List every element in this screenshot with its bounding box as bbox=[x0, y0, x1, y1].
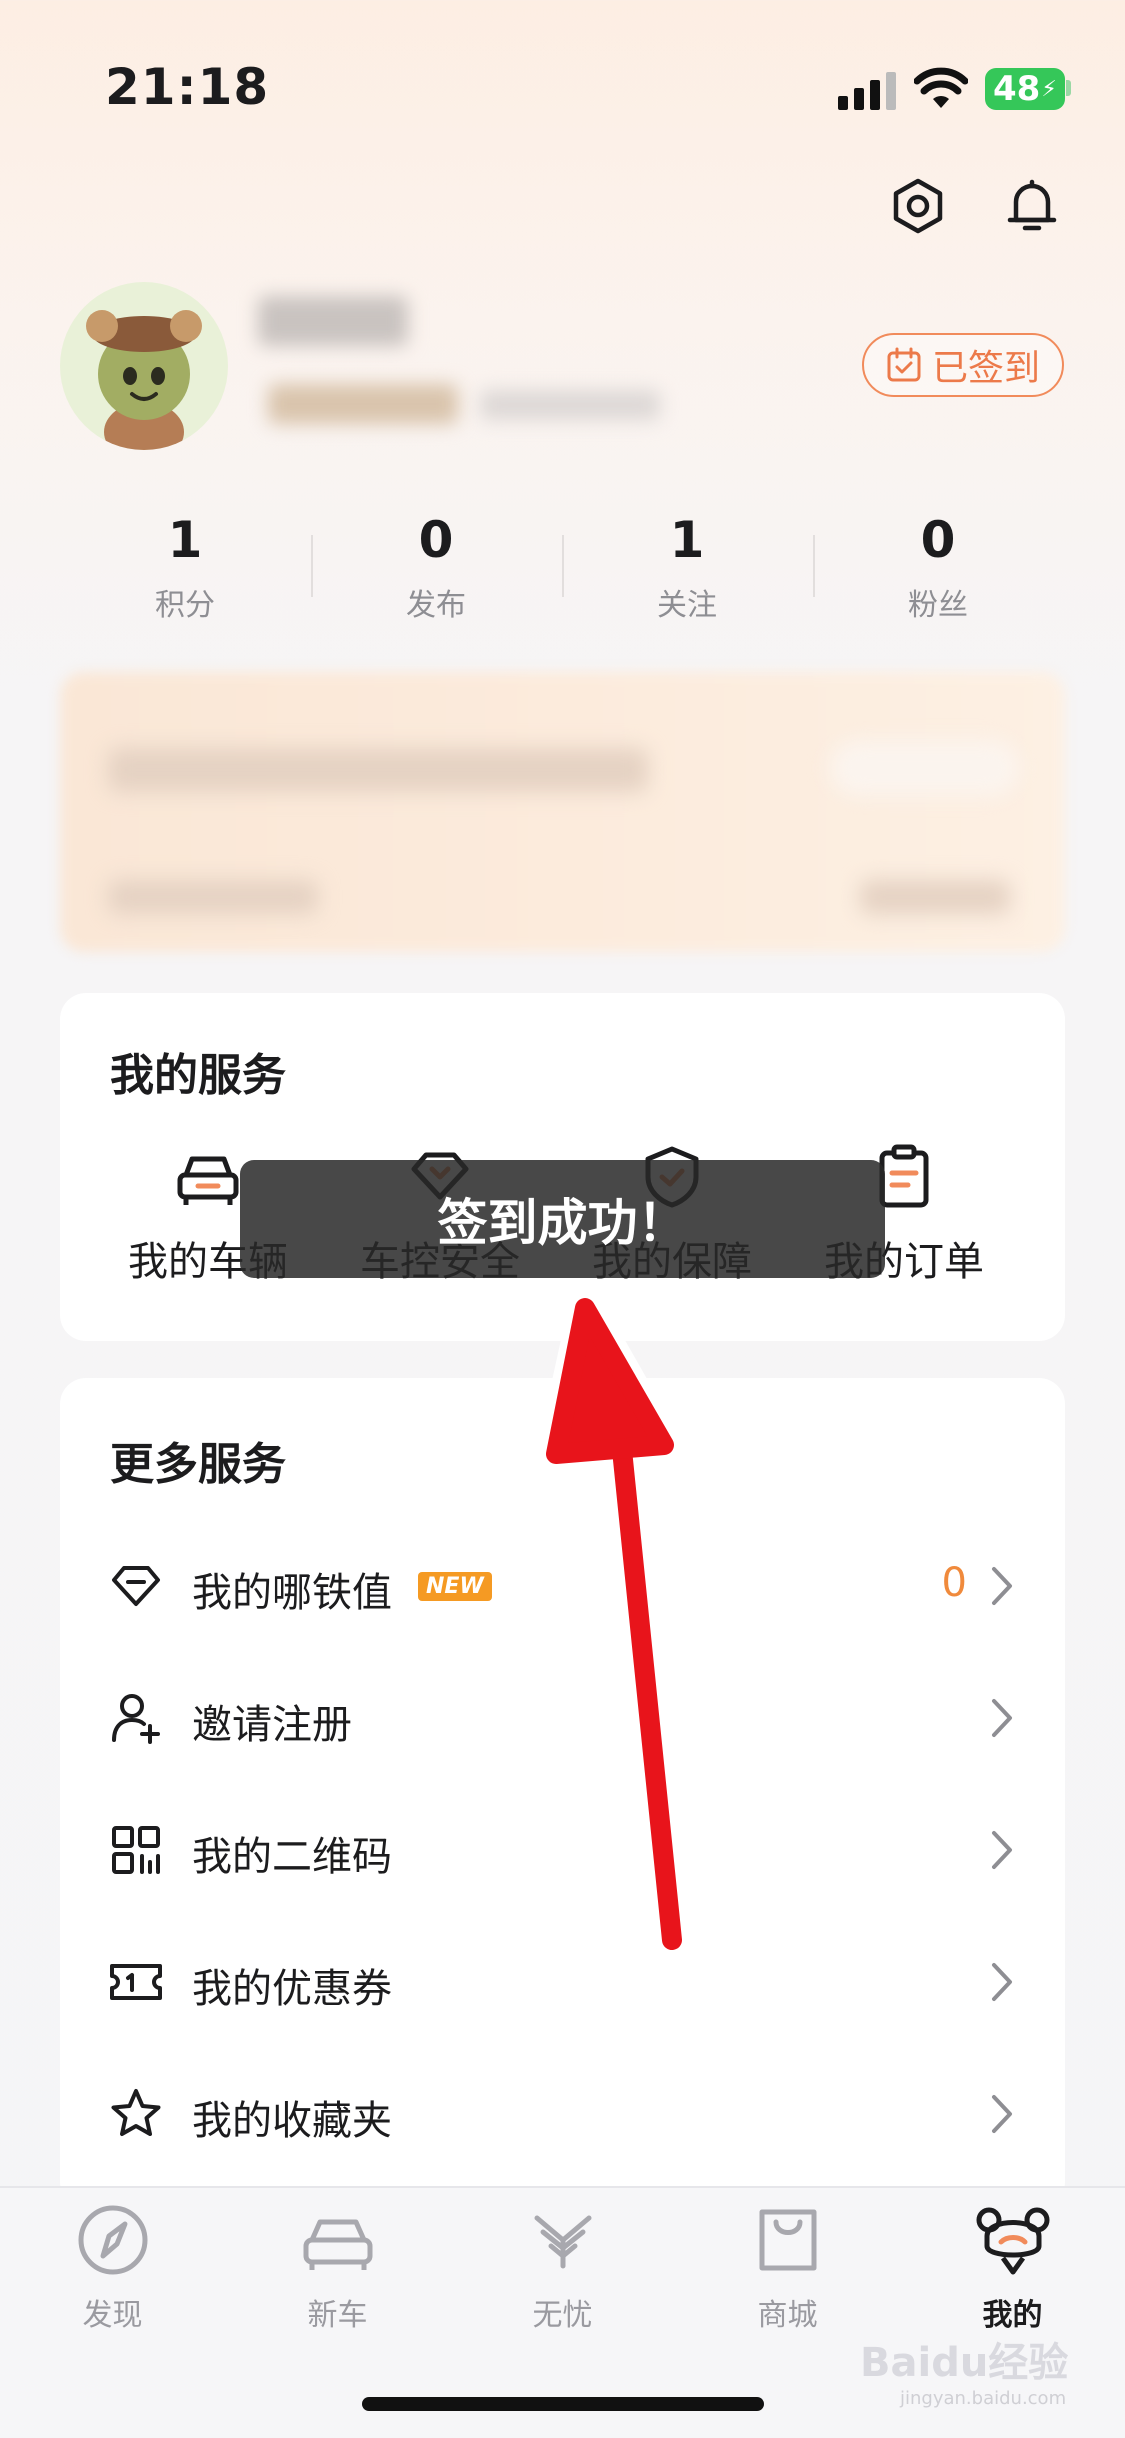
stat-value: 1 bbox=[669, 511, 705, 569]
qr-code-icon bbox=[112, 1826, 160, 1874]
banner-text-blurred bbox=[108, 748, 648, 792]
car-icon bbox=[177, 1156, 239, 1205]
add-user-icon bbox=[112, 1694, 160, 1744]
cellular-signal-icon bbox=[838, 72, 896, 110]
stat-label: 粉丝 bbox=[908, 588, 968, 623]
banner-subtext-blurred bbox=[108, 880, 318, 914]
shopping-bag-icon bbox=[759, 2209, 816, 2271]
tab-mine[interactable]: 我的 bbox=[900, 2200, 1125, 2334]
mascot-icon bbox=[976, 2207, 1049, 2275]
tab-worry-free[interactable]: 无忧 bbox=[450, 2200, 675, 2334]
stat-label: 关注 bbox=[657, 588, 717, 623]
nio-value-count: 0 bbox=[941, 1560, 967, 1606]
tab-label: 无忧 bbox=[532, 2298, 593, 2333]
tab-mall[interactable]: 商城 bbox=[675, 2200, 900, 2334]
banner-link-blurred bbox=[860, 880, 1010, 914]
toast-message: 签到成功！ bbox=[437, 1194, 688, 1252]
car-front-icon bbox=[303, 2219, 372, 2270]
battery-tip bbox=[1066, 80, 1071, 96]
checkin-button[interactable]: 已签到 bbox=[862, 333, 1064, 397]
username-blurred bbox=[258, 296, 408, 346]
compass-icon bbox=[78, 2205, 147, 2275]
wings-icon bbox=[534, 2215, 591, 2269]
calendar-check-icon bbox=[887, 347, 921, 382]
chevron-right-icon bbox=[992, 1831, 1012, 1869]
stat-posts[interactable]: 0 发布 bbox=[311, 510, 561, 624]
tab-label: 我的 bbox=[982, 2298, 1043, 2333]
status-time: 21:18 bbox=[105, 58, 270, 116]
baidu-watermark-url: jingyan.baidu.com bbox=[900, 2388, 1067, 2409]
menu-item-label: 我的二维码 bbox=[192, 1834, 392, 1880]
stat-value: 0 bbox=[418, 511, 454, 569]
avatar[interactable] bbox=[60, 282, 228, 450]
stat-value: 1 bbox=[167, 511, 203, 569]
star-icon bbox=[111, 2089, 161, 2136]
menu-item-label: 邀请注册 bbox=[192, 1702, 352, 1748]
charging-bolt-icon: ⚡ bbox=[1041, 76, 1057, 102]
menu-item-my-favorites[interactable]: 我的收藏夹 bbox=[60, 2048, 1065, 2180]
section-title: 更多服务 bbox=[110, 1439, 286, 1490]
diamond-icon bbox=[112, 1566, 160, 1606]
home-indicator bbox=[362, 2397, 764, 2411]
notification-bell-icon[interactable] bbox=[1002, 176, 1062, 236]
menu-item-label: 我的收藏夹 bbox=[192, 2098, 392, 2144]
chevron-right-icon bbox=[992, 1567, 1012, 1605]
chevron-right-icon bbox=[992, 1963, 1012, 2001]
user-id-blurred bbox=[480, 390, 660, 420]
section-title: 我的服务 bbox=[110, 1050, 286, 1101]
battery-level: 48 bbox=[993, 69, 1041, 109]
new-badge: NEW bbox=[418, 1572, 492, 1601]
checkin-label: 已签到 bbox=[931, 348, 1040, 389]
banner-button-blurred bbox=[830, 740, 1020, 796]
settings-icon[interactable] bbox=[888, 176, 948, 236]
battery-indicator: 48 ⚡ bbox=[985, 68, 1065, 110]
tab-label: 发现 bbox=[82, 2298, 143, 2333]
stat-label: 发布 bbox=[406, 588, 466, 623]
stat-followers[interactable]: 0 粉丝 bbox=[813, 510, 1063, 624]
ticket-icon bbox=[110, 1964, 162, 2000]
tab-label: 新车 bbox=[307, 2298, 368, 2333]
tab-discover[interactable]: 发现 bbox=[0, 2200, 225, 2334]
chevron-right-icon bbox=[992, 1699, 1012, 1737]
stat-label: 积分 bbox=[155, 588, 215, 623]
checkin-success-toast: 签到成功！ bbox=[240, 1160, 885, 1278]
stat-following[interactable]: 1 关注 bbox=[562, 510, 812, 624]
chevron-right-icon bbox=[992, 2095, 1012, 2133]
user-level-blurred bbox=[268, 384, 458, 424]
tab-new-car[interactable]: 新车 bbox=[225, 2200, 450, 2334]
wifi-icon bbox=[914, 67, 968, 108]
menu-item-label: 我的哪铁值 bbox=[192, 1570, 392, 1616]
tab-label: 商城 bbox=[757, 2298, 818, 2333]
annotation-arrow-icon bbox=[535, 1290, 687, 1955]
baidu-watermark: Baidu经验 bbox=[860, 2340, 1069, 2386]
stat-value: 0 bbox=[920, 511, 956, 569]
stat-points[interactable]: 1 积分 bbox=[60, 510, 310, 624]
menu-item-label: 我的优惠券 bbox=[192, 1966, 392, 2012]
mascot-avatar-icon bbox=[86, 310, 202, 450]
